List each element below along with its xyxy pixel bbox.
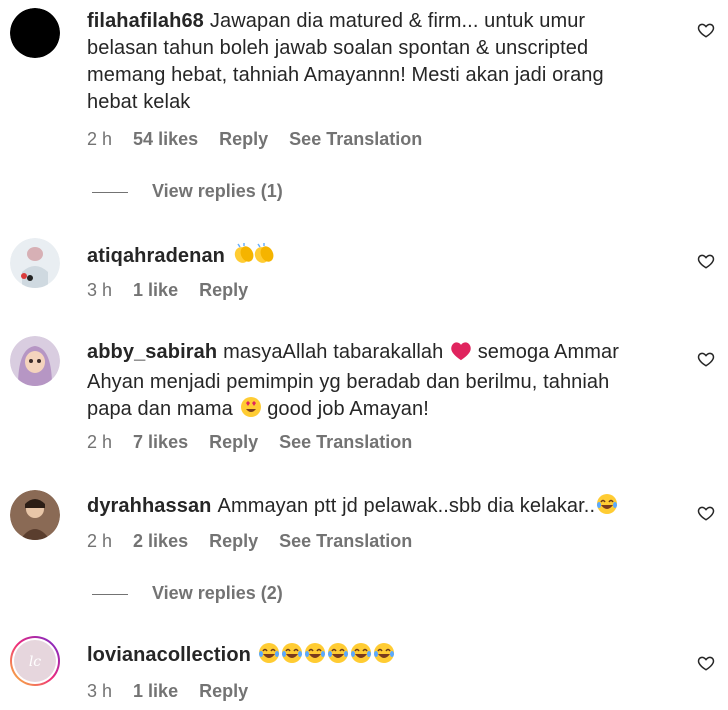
- divider-line: [92, 593, 128, 595]
- avatar[interactable]: [10, 490, 60, 540]
- username[interactable]: dyrahhassan: [87, 495, 212, 517]
- like-heart-icon[interactable]: [697, 21, 715, 39]
- likes-count[interactable]: 2 likes: [133, 531, 188, 551]
- username[interactable]: abby_sabirah: [87, 341, 217, 363]
- like-heart-icon[interactable]: [697, 504, 715, 522]
- username[interactable]: lovianacollection: [87, 644, 251, 666]
- see-translation-button[interactable]: See Translation: [279, 432, 412, 452]
- tears-of-joy-emoji: [596, 493, 618, 523]
- likes-count[interactable]: 7 likes: [133, 432, 188, 452]
- comment-meta: 2 h 2 likes Reply See Translation: [87, 531, 428, 552]
- timestamp: 3 h: [87, 681, 113, 701]
- likes-count[interactable]: 1 like: [133, 280, 178, 300]
- username[interactable]: atiqahradenan: [87, 245, 225, 267]
- timestamp: 3 h: [87, 280, 113, 300]
- comment-meta: 2 h 54 likes Reply See Translation: [87, 129, 438, 150]
- comment-body-part: masyaAllah tabarakallah: [223, 341, 444, 363]
- see-translation-button[interactable]: See Translation: [289, 129, 422, 149]
- avatar[interactable]: [10, 336, 60, 386]
- view-replies-button[interactable]: View replies (2): [92, 583, 283, 604]
- heart-eyes-emoji: [240, 396, 262, 426]
- timestamp: 2 h: [87, 432, 113, 452]
- timestamp: 2 h: [87, 129, 113, 149]
- likes-count[interactable]: 54 likes: [133, 129, 198, 149]
- reply-button[interactable]: Reply: [209, 531, 258, 551]
- view-replies-button[interactable]: View replies (1): [92, 181, 283, 202]
- svg-text:lc: lc: [29, 654, 41, 670]
- comment-text: atiqahradenan: [87, 241, 647, 273]
- tears-of-joy-emoji-row: [258, 642, 398, 672]
- timestamp: 2 h: [87, 531, 113, 551]
- clapping-hands-emoji: [232, 241, 276, 273]
- comment-body: Ammayan ptt jd pelawak..sbb dia kelakar.…: [217, 495, 596, 517]
- like-heart-icon[interactable]: [697, 350, 715, 368]
- avatar[interactable]: lc: [10, 636, 60, 686]
- likes-count[interactable]: 1 like: [133, 681, 178, 701]
- divider-line: [92, 191, 128, 193]
- see-translation-button[interactable]: See Translation: [279, 531, 412, 551]
- comment-text: abby_sabirah masyaAllah tabarakallah semo…: [87, 339, 647, 426]
- red-heart-emoji: [450, 341, 472, 369]
- reply-button[interactable]: Reply: [199, 681, 248, 701]
- like-heart-icon[interactable]: [697, 252, 715, 270]
- view-replies-label[interactable]: View replies (1): [152, 181, 283, 201]
- like-heart-icon[interactable]: [697, 654, 715, 672]
- reply-button[interactable]: Reply: [209, 432, 258, 452]
- comment-body-part: good job Amayan!: [267, 398, 429, 420]
- comment-text: dyrahhassan Ammayan ptt jd pelawak..sbb d…: [87, 493, 647, 523]
- comment-meta: 3 h 1 like Reply: [87, 681, 264, 702]
- reply-button[interactable]: Reply: [219, 129, 268, 149]
- comment-meta: 3 h 1 like Reply: [87, 280, 264, 301]
- comment-meta: 2 h 7 likes Reply See Translation: [87, 432, 428, 453]
- username[interactable]: filahafilah68: [87, 10, 204, 32]
- comment-text: lovianacollection: [87, 642, 647, 672]
- avatar[interactable]: [10, 238, 60, 288]
- comment-text: filahafilah68 Jawapan dia matured & firm.…: [87, 8, 647, 116]
- view-replies-label[interactable]: View replies (2): [152, 583, 283, 603]
- reply-button[interactable]: Reply: [199, 280, 248, 300]
- avatar[interactable]: [10, 8, 60, 58]
